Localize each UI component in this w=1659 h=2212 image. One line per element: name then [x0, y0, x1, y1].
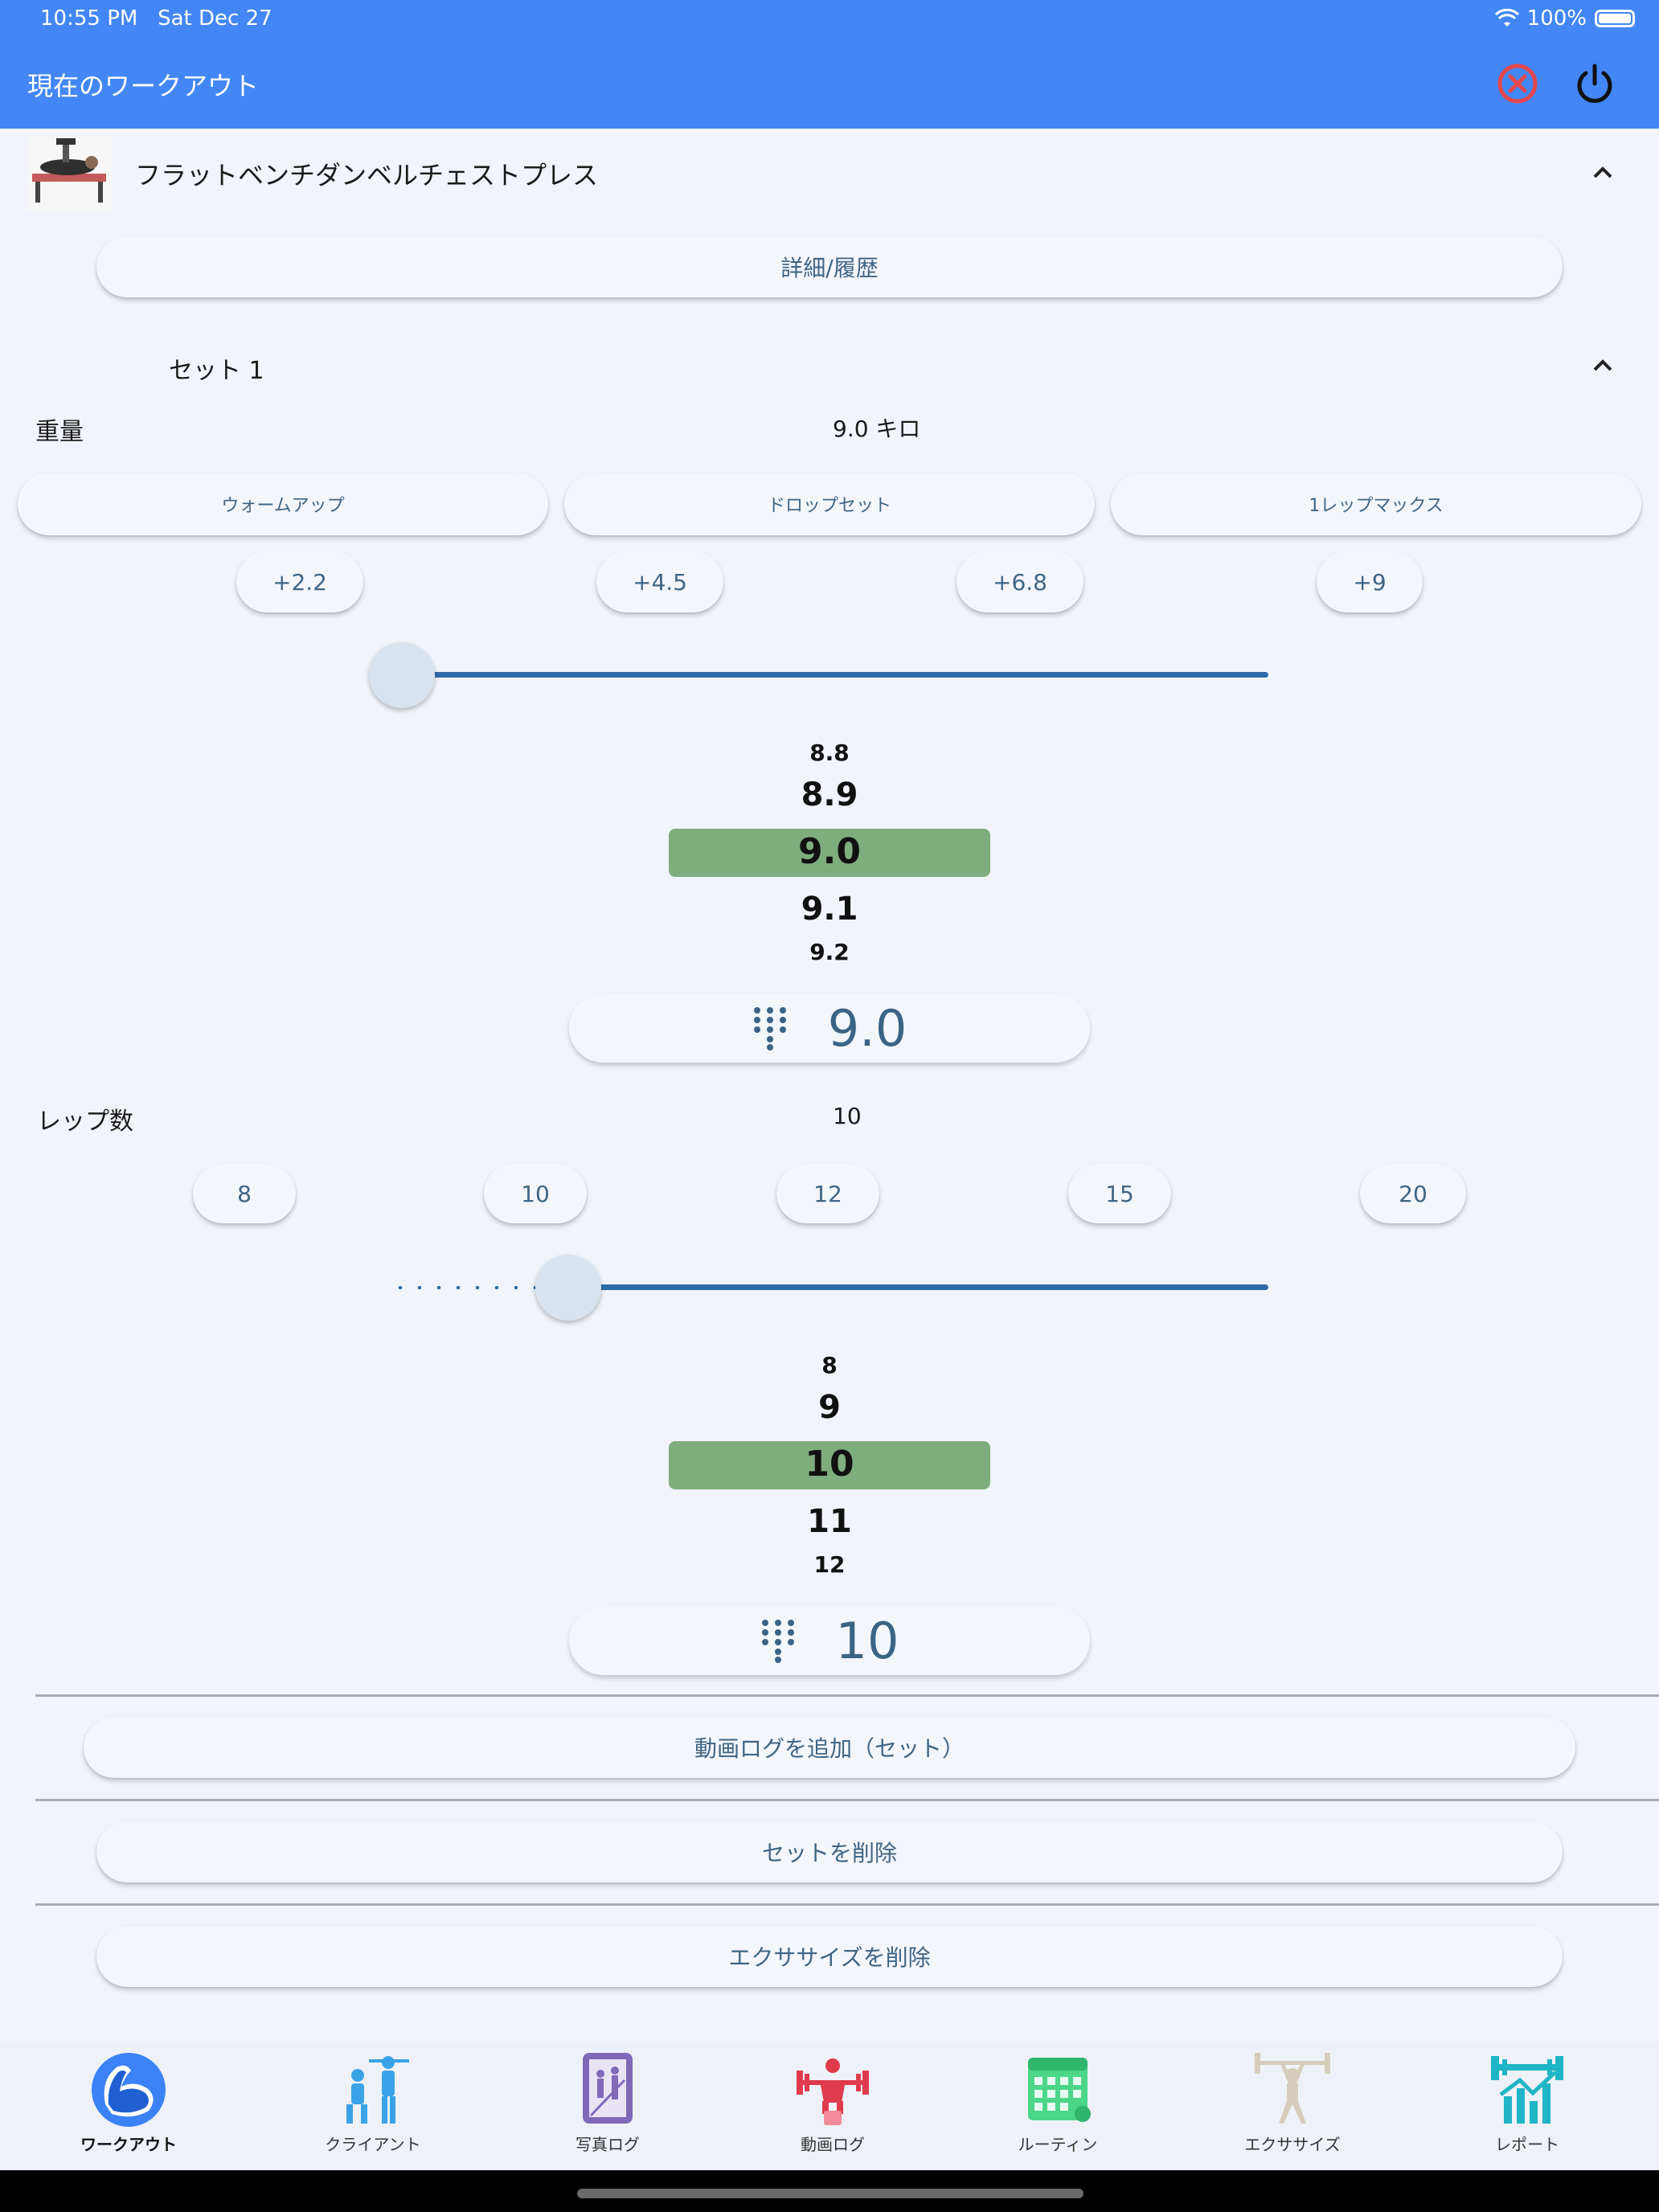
weight-value: 9.0 キロ — [833, 416, 921, 442]
weight-label: 重量 — [35, 418, 84, 446]
wifi-icon — [1494, 9, 1519, 27]
increment-button[interactable]: +6.8 — [956, 551, 1083, 612]
nav-label: ルーティン — [1018, 2135, 1098, 2154]
status-time: 10:55 PM Sat Dec 27 — [40, 6, 272, 31]
reps-preset-button[interactable]: 8 — [193, 1164, 296, 1223]
increment-button[interactable]: +2.2 — [236, 551, 363, 612]
photo-log-icon — [583, 2053, 633, 2124]
weight-picker-item[interactable]: 9.1 — [669, 891, 990, 928]
keypad-icon — [753, 1007, 786, 1051]
nav-label: 写真ログ — [576, 2135, 640, 2154]
chart-dumbbell-icon — [1491, 2056, 1563, 2124]
home-indicator[interactable] — [577, 2189, 1083, 2198]
reps-preset-button[interactable]: 12 — [776, 1164, 879, 1223]
weight-slider-thumb[interactable] — [369, 642, 435, 708]
reps-keypad-input[interactable]: 10 — [569, 1606, 1090, 1675]
barbell-person-icon — [1255, 2053, 1330, 2124]
nav-routine[interactable]: ルーティン — [961, 2048, 1154, 2155]
weight-picker-item-selected[interactable]: 9.0 — [669, 831, 990, 872]
reps-picker-item[interactable]: 8 — [669, 1352, 990, 1378]
keypad-icon — [761, 1620, 794, 1663]
chevron-up-icon[interactable] — [1587, 354, 1619, 376]
add-video-log-button[interactable]: 動画ログを追加（セット） — [84, 1717, 1575, 1778]
nav-workout[interactable]: ワークアウト — [32, 2048, 225, 2155]
page-title: 現在のワークアウト — [27, 71, 260, 101]
battery-percent: 100% — [1526, 6, 1587, 31]
nav-label: ワークアウト — [80, 2135, 177, 2154]
increment-button[interactable]: +9 — [1317, 551, 1423, 612]
weight-picker-item[interactable]: 8.9 — [669, 776, 990, 813]
reps-slider-track[interactable] — [567, 1284, 1268, 1290]
weightlifter-video-icon — [797, 2058, 869, 2125]
reps-preset-button[interactable]: 20 — [1360, 1164, 1466, 1223]
reps-picker-item-selected[interactable]: 10 — [669, 1444, 990, 1485]
divider — [35, 1694, 1659, 1697]
weight-input-value: 9.0 — [827, 998, 907, 1058]
status-icons: 100% — [1494, 6, 1635, 31]
weight-slider-track[interactable] — [402, 672, 1268, 678]
power-icon[interactable] — [1572, 61, 1617, 106]
divider — [35, 1799, 1659, 1801]
delete-exercise-button[interactable]: エクササイズを削除 — [96, 1926, 1563, 1987]
reps-value: 10 — [833, 1103, 862, 1129]
reps-picker-item[interactable]: 12 — [669, 1551, 990, 1578]
nav-exercises[interactable]: エクササイズ — [1196, 2048, 1389, 2155]
dropset-button[interactable]: ドロップセット — [564, 473, 1095, 535]
details-history-button[interactable]: 詳細/履歴 — [96, 236, 1563, 297]
reps-label: レップ数 — [37, 1108, 133, 1136]
nav-video-log[interactable]: 動画ログ — [736, 2048, 929, 2155]
reps-picker-item[interactable]: 9 — [669, 1389, 990, 1426]
flexed-arm-icon — [92, 2053, 166, 2127]
nav-label: 動画ログ — [801, 2135, 865, 2154]
one-rep-max-button[interactable]: 1レップマックス — [1111, 473, 1641, 535]
app-bar: 10:55 PM Sat Dec 27 100% 現在のワークアウト — [0, 0, 1659, 129]
nav-photo-log[interactable]: 写真ログ — [511, 2048, 704, 2155]
reps-preset-button[interactable]: 15 — [1068, 1164, 1171, 1223]
nav-clients[interactable]: クライアント — [276, 2048, 469, 2155]
calendar-routine-icon — [1028, 2058, 1091, 2122]
nav-reports[interactable]: レポート — [1431, 2048, 1624, 2155]
trainer-client-icon — [346, 2056, 409, 2124]
nav-label: エクササイズ — [1244, 2135, 1341, 2154]
weight-keypad-input[interactable]: 9.0 — [569, 993, 1090, 1063]
set-title: セット 1 — [169, 357, 264, 385]
weight-picker-item[interactable]: 8.8 — [669, 739, 990, 766]
reps-input-value: 10 — [835, 1611, 899, 1670]
reps-slider-thumb[interactable] — [535, 1255, 601, 1321]
divider — [35, 1903, 1659, 1906]
reps-preset-button[interactable]: 10 — [484, 1164, 587, 1223]
exercise-thumbnail — [27, 137, 113, 211]
battery-icon — [1595, 10, 1635, 27]
reps-picker-item[interactable]: 11 — [669, 1503, 990, 1540]
chevron-up-icon[interactable] — [1587, 161, 1619, 183]
nav-label: クライアント — [325, 2135, 421, 2154]
increment-button[interactable]: +4.5 — [596, 551, 723, 612]
exercise-name: フラットベンチダンベルチェストプレス — [135, 160, 599, 190]
nav-label: レポート — [1495, 2135, 1559, 2154]
close-circle-icon[interactable] — [1495, 61, 1540, 106]
warmup-button[interactable]: ウォームアップ — [18, 473, 548, 535]
delete-set-button[interactable]: セットを削除 — [96, 1821, 1563, 1882]
weight-picker-item[interactable]: 9.2 — [669, 939, 990, 965]
